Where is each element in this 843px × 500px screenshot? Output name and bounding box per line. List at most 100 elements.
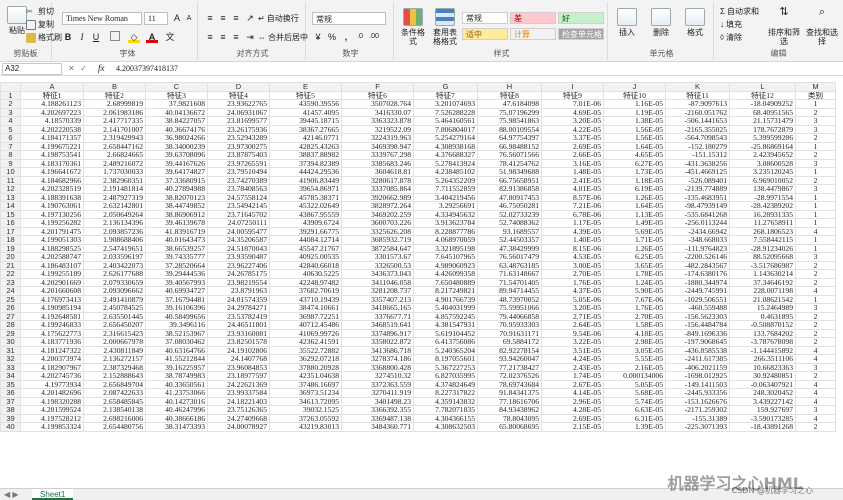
- data-cell[interactable]: 23.54942145: [207, 201, 270, 211]
- data-cell[interactable]: 38367.27665: [269, 124, 342, 134]
- data-cell[interactable]: 5.464160561: [413, 116, 478, 126]
- data-cell[interactable]: 2.658485845: [83, 396, 146, 406]
- column-title-cell[interactable]: 特征5: [269, 90, 342, 100]
- data-cell[interactable]: 4: [795, 226, 836, 236]
- data-cell[interactable]: 4: [795, 396, 836, 406]
- data-cell[interactable]: 3416330.07: [341, 107, 414, 117]
- row-number[interactable]: 19: [0, 243, 21, 253]
- data-cell[interactable]: 2.382960351: [83, 175, 146, 185]
- data-cell[interactable]: 2: [795, 320, 836, 330]
- data-cell[interactable]: 42351.04638: [269, 371, 342, 381]
- data-cell[interactable]: 4.18E-05: [603, 328, 666, 338]
- data-cell[interactable]: 40630.5225: [269, 269, 342, 279]
- style-bad[interactable]: 差: [510, 12, 556, 24]
- row-number[interactable]: 27: [0, 311, 21, 321]
- data-cell[interactable]: 0.000134006: [603, 371, 666, 381]
- data-cell[interactable]: 4.201660608: [20, 286, 84, 296]
- data-cell[interactable]: 3: [795, 116, 836, 126]
- data-cell[interactable]: 41069.99726: [269, 328, 342, 338]
- data-cell[interactable]: 1.64E-05: [603, 141, 666, 151]
- data-cell[interactable]: 15.2464989: [729, 303, 796, 313]
- style-good[interactable]: 好: [558, 12, 604, 24]
- data-cell[interactable]: 6.413756086: [413, 337, 478, 347]
- data-cell[interactable]: 2: [795, 337, 836, 347]
- data-cell[interactable]: 3604618.81: [341, 167, 414, 177]
- data-cell[interactable]: 5.254279164: [413, 133, 478, 143]
- data-cell[interactable]: 4.183170361: [20, 158, 84, 168]
- data-cell[interactable]: 4.201482696: [20, 388, 84, 398]
- data-cell[interactable]: 79.44066858: [477, 311, 542, 321]
- data-cell[interactable]: 4.196641672: [20, 167, 84, 177]
- data-cell[interactable]: 6.19E-05: [603, 184, 666, 194]
- data-cell[interactable]: 2.15E-05: [541, 422, 604, 432]
- row-number[interactable]: 20: [0, 252, 21, 262]
- data-cell[interactable]: 3376677.71: [341, 311, 414, 321]
- column-letter[interactable]: I: [541, 82, 604, 92]
- data-cell[interactable]: 2.635501445: [83, 311, 146, 321]
- data-cell[interactable]: 6.25E-05: [603, 252, 666, 262]
- data-cell[interactable]: 2.141701007: [83, 124, 146, 134]
- data-cell[interactable]: 2.430811849: [83, 345, 146, 355]
- data-cell[interactable]: 39.16225957: [145, 362, 208, 372]
- data-cell[interactable]: -2434.66942: [665, 226, 730, 236]
- row-number[interactable]: 21: [0, 260, 21, 270]
- data-cell[interactable]: -18.43891268: [729, 422, 796, 432]
- column-title-cell[interactable]: 特征8: [477, 90, 542, 100]
- data-cell[interactable]: 2.087422633: [83, 388, 146, 398]
- data-cell[interactable]: 8.217249821: [413, 286, 478, 296]
- data-cell[interactable]: 39.63708096: [145, 150, 208, 160]
- data-cell[interactable]: 1: [795, 201, 836, 211]
- data-cell[interactable]: 23.97300275: [207, 141, 270, 151]
- data-cell[interactable]: 1.71E-05: [603, 235, 666, 245]
- data-cell[interactable]: 23.93160081: [207, 328, 270, 338]
- data-cell[interactable]: 4.199675221: [20, 141, 84, 151]
- data-cell[interactable]: 38837.88982: [269, 150, 342, 160]
- data-cell[interactable]: 37.08030462: [145, 337, 208, 347]
- data-cell[interactable]: 5.264352209: [413, 175, 478, 185]
- data-cell[interactable]: 38.78749983: [145, 371, 208, 381]
- data-cell[interactable]: 1: [795, 167, 836, 177]
- data-cell[interactable]: 1.76E-05: [541, 277, 604, 287]
- data-cell[interactable]: 38.86906912: [145, 209, 208, 219]
- column-title-cell[interactable]: 特征9: [541, 90, 604, 100]
- data-cell[interactable]: 8.57E-06: [541, 192, 604, 202]
- data-cell[interactable]: 4.376688327: [413, 150, 478, 160]
- data-cell[interactable]: 9.54E-06: [541, 328, 604, 338]
- shrink-font-icon[interactable]: A: [183, 13, 195, 25]
- data-cell[interactable]: -28.9971554: [729, 192, 796, 202]
- data-cell[interactable]: 4.198753541: [20, 150, 84, 160]
- data-cell[interactable]: 4.183771936: [20, 337, 84, 347]
- row-number[interactable]: 12: [0, 184, 21, 194]
- data-cell[interactable]: 39.40567993: [145, 277, 208, 287]
- data-cell[interactable]: 2: [795, 175, 836, 185]
- data-cell[interactable]: 1.73E-05: [603, 167, 666, 177]
- data-cell[interactable]: 88.52095668: [729, 252, 796, 262]
- data-cell[interactable]: 39654.86971: [269, 184, 342, 194]
- copy-button[interactable]: 复制: [26, 19, 54, 30]
- data-cell[interactable]: 2: [795, 107, 836, 117]
- data-cell[interactable]: 3274510.32: [341, 371, 414, 381]
- data-cell[interactable]: 3337085.864: [341, 184, 414, 194]
- data-cell[interactable]: 2: [795, 150, 836, 160]
- data-cell[interactable]: 43219.83013: [269, 422, 342, 432]
- currency-icon[interactable]: ¥: [312, 31, 324, 43]
- data-cell[interactable]: 1.78E-05: [603, 269, 666, 279]
- column-title-cell[interactable]: 特征2: [83, 90, 146, 100]
- data-cell[interactable]: 40.46247996: [145, 405, 208, 415]
- data-cell[interactable]: 1.39E-05: [603, 422, 666, 432]
- data-cell[interactable]: -28.91234026: [729, 243, 796, 253]
- data-cell[interactable]: 3385683.246: [341, 158, 414, 168]
- data-cell[interactable]: -431.3638256: [665, 158, 730, 168]
- data-cell[interactable]: 1.143630214: [729, 269, 796, 279]
- data-cell[interactable]: 66.75658951: [477, 175, 542, 185]
- data-cell[interactable]: 42146.0771: [269, 133, 342, 143]
- data-cell[interactable]: 4.238485102: [413, 167, 478, 177]
- data-cell[interactable]: -87.9097613: [665, 99, 730, 109]
- data-cell[interactable]: 3.08600528: [729, 158, 796, 168]
- data-cell[interactable]: -526.089401: [665, 175, 730, 185]
- data-cell[interactable]: -174.6380176: [665, 269, 730, 279]
- formula-input[interactable]: 4.20037397418137: [116, 63, 836, 75]
- data-cell[interactable]: 1.56E-05: [603, 124, 666, 134]
- data-cell[interactable]: 39.16106396: [145, 303, 208, 313]
- data-cell[interactable]: 24.46511801: [207, 320, 270, 330]
